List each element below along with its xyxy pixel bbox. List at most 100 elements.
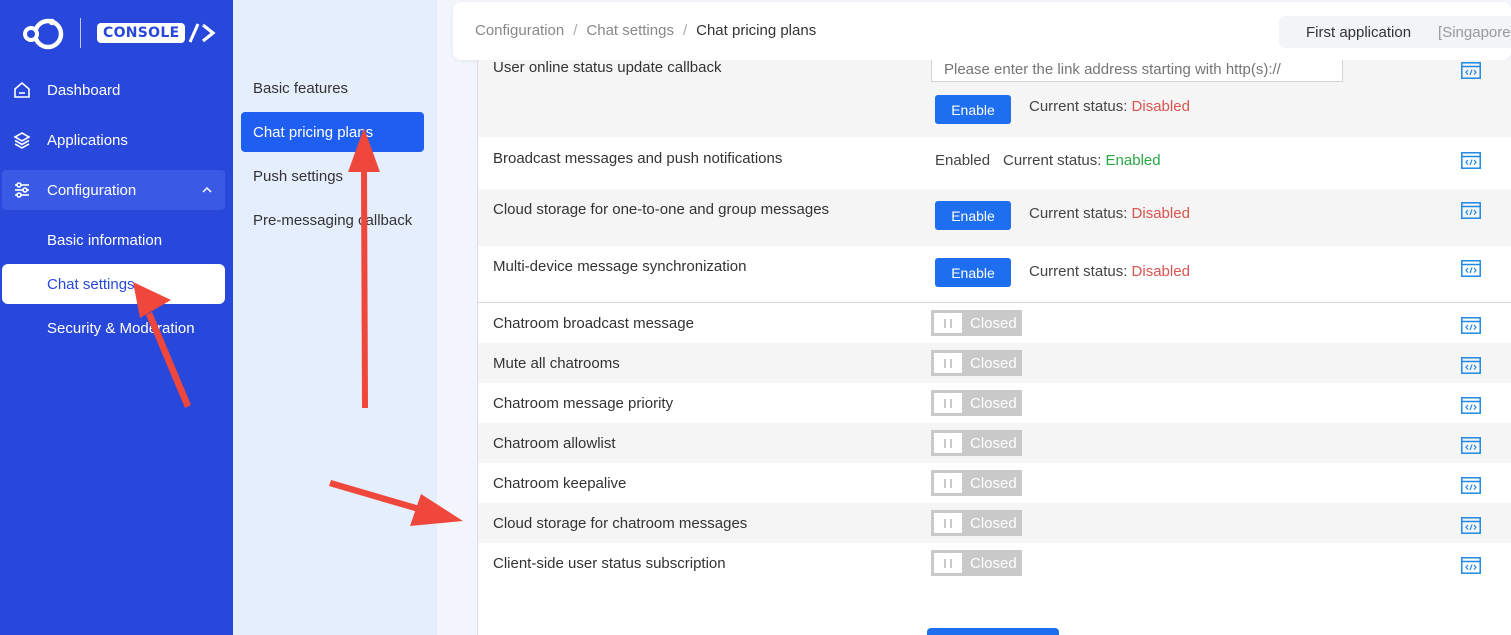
status-value-disabled: Disabled: [1131, 98, 1190, 115]
app-name: First application: [1306, 23, 1412, 41]
home-icon: [12, 80, 32, 100]
feature-switch[interactable]: Closed: [931, 390, 1022, 416]
feature-row-cloud-storage-1v1-group: Cloud storage for one-to-one and group m…: [478, 189, 1511, 246]
sidebar-subitem-label: Basic information: [47, 231, 163, 249]
feature-switch[interactable]: Closed: [931, 550, 1022, 576]
feature-label: Chatroom keepalive: [493, 475, 627, 492]
feature-switch[interactable]: Closed: [931, 510, 1022, 536]
feature-state-text: Enabled: [935, 152, 991, 169]
subnav-item-label: Pre-messaging callback: [253, 211, 413, 229]
feature-row-multi-device-sync: Multi-device message synchronization Ena…: [478, 246, 1511, 302]
switch-label: Closed: [970, 434, 1017, 452]
switch-label: Closed: [970, 474, 1017, 492]
code-doc-icon[interactable]: [1461, 437, 1481, 454]
sidebar-nav: Dashboard Applications Configuration Bas…: [0, 70, 233, 352]
switch-label: Closed: [970, 394, 1017, 412]
feature-settings-panel: User online status update callback Enabl…: [477, 60, 1511, 635]
enable-button[interactable]: Enable: [935, 201, 1011, 230]
console-badge: CONSOLE: [97, 22, 217, 44]
code-doc-icon[interactable]: [1461, 357, 1481, 374]
app-region: [Singapore]: [1438, 23, 1511, 41]
subnav-item-label: Push settings: [253, 167, 344, 185]
code-doc-icon[interactable]: [1461, 397, 1481, 414]
switch-knob: [934, 553, 962, 573]
page-header: Configuration / Chat settings / Chat pri…: [453, 2, 1511, 60]
feature-row-toggle: Mute all chatrooms Closed: [478, 343, 1511, 383]
console-logo[interactable]: CONSOLE: [22, 16, 217, 50]
subnav-item-chat-pricing-plans[interactable]: Chat pricing plans: [241, 112, 424, 152]
switch-label: Closed: [970, 314, 1017, 332]
subnav-item-pre-messaging-callback[interactable]: Pre-messaging callback: [241, 200, 424, 240]
code-doc-icon[interactable]: [1461, 557, 1481, 574]
switch-knob: [934, 473, 962, 493]
feature-row-toggle: Chatroom keepalive Closed: [478, 463, 1511, 503]
switch-label: Closed: [970, 514, 1017, 532]
sidebar-subitem-chat-settings[interactable]: Chat settings: [2, 264, 225, 304]
subnav-item-basic-features[interactable]: Basic features: [241, 68, 424, 108]
switch-knob: [934, 393, 962, 413]
status-value-disabled: Disabled: [1131, 205, 1190, 222]
feature-switch[interactable]: Closed: [931, 430, 1022, 456]
breadcrumb-separator: /: [682, 22, 688, 39]
breadcrumb-chat-settings[interactable]: Chat settings: [586, 22, 674, 39]
feature-label: Multi-device message synchronization: [493, 258, 747, 275]
sidebar-item-label: Configuration: [47, 181, 137, 199]
feature-label: Chatroom broadcast message: [493, 315, 694, 332]
code-doc-icon[interactable]: [1461, 202, 1481, 219]
feature-switch[interactable]: Closed: [931, 350, 1022, 376]
switch-knob: [934, 313, 962, 333]
feature-switch[interactable]: Closed: [931, 470, 1022, 496]
switch-knob: [934, 513, 962, 533]
subnav-item-label: Basic features: [253, 79, 349, 97]
console-badge-text: CONSOLE: [97, 23, 186, 43]
feature-row-online-status-callback: User online status update callback Enabl…: [478, 60, 1511, 137]
sidebar-item-applications[interactable]: Applications: [2, 120, 225, 160]
status-prefix: Current status:: [1003, 152, 1102, 169]
feature-label: Cloud storage for one-to-one and group m…: [493, 201, 830, 218]
sidebar-item-configuration[interactable]: Configuration: [2, 170, 225, 210]
status-value-disabled: Disabled: [1131, 263, 1190, 280]
code-doc-icon[interactable]: [1461, 517, 1481, 534]
sliders-icon: [12, 180, 32, 200]
code-doc-icon[interactable]: [1461, 317, 1481, 334]
current-status: Current status: Disabled: [1029, 205, 1190, 222]
sidebar-item-dashboard[interactable]: Dashboard: [2, 70, 225, 110]
feature-row-broadcast-push: Broadcast messages and push notification…: [478, 137, 1511, 189]
sidebar-subitem-basic-information[interactable]: Basic information: [2, 220, 225, 260]
layers-icon: [12, 130, 32, 150]
status-prefix: Current status:: [1029, 205, 1128, 222]
switch-knob: [934, 433, 962, 453]
callback-url-input[interactable]: [931, 60, 1343, 82]
feature-label: Chatroom message priority: [493, 395, 674, 412]
app-selector[interactable]: First application [Singapore]: [1279, 16, 1511, 48]
code-doc-icon[interactable]: [1461, 152, 1481, 169]
status-prefix: Current status:: [1029, 263, 1128, 280]
feature-row-toggle: Client-side user status subscription Clo…: [478, 543, 1511, 583]
breadcrumb-configuration[interactable]: Configuration: [475, 22, 564, 39]
current-status: Current status: Disabled: [1029, 98, 1190, 115]
code-doc-icon[interactable]: [1461, 477, 1481, 494]
sidebar-item-label: Applications: [47, 131, 128, 149]
code-doc-icon[interactable]: [1461, 62, 1481, 79]
submit-button[interactable]: [927, 628, 1059, 635]
enable-button[interactable]: Enable: [935, 95, 1011, 124]
sidebar-subitem-label: Chat settings: [47, 275, 135, 293]
enable-button[interactable]: Enable: [935, 258, 1011, 287]
sidebar-item-label: Dashboard: [47, 81, 121, 99]
feature-row-toggle: Cloud storage for chatroom messages Clos…: [478, 503, 1511, 543]
feature-row-toggle: Chatroom message priority Closed: [478, 383, 1511, 423]
chat-settings-subnav: Basic features Chat pricing plans Push s…: [233, 0, 437, 635]
feature-label: User online status update callback: [493, 60, 722, 76]
logo-mark-icon: [22, 16, 68, 50]
switch-label: Closed: [970, 354, 1017, 372]
subnav-item-push-settings[interactable]: Push settings: [241, 156, 424, 196]
feature-row-toggle: Chatroom allowlist Closed: [478, 423, 1511, 463]
current-status: Current status: Disabled: [1029, 263, 1190, 280]
feature-label: Mute all chatrooms: [493, 355, 620, 372]
status-value-enabled: Enabled: [1105, 152, 1161, 169]
sidebar-subitem-label: Security & Moderation: [47, 319, 195, 337]
feature-label: Client-side user status subscription: [493, 555, 726, 572]
sidebar-subitem-security-moderation[interactable]: Security & Moderation: [2, 308, 225, 348]
feature-switch[interactable]: Closed: [931, 310, 1022, 336]
code-doc-icon[interactable]: [1461, 260, 1481, 277]
